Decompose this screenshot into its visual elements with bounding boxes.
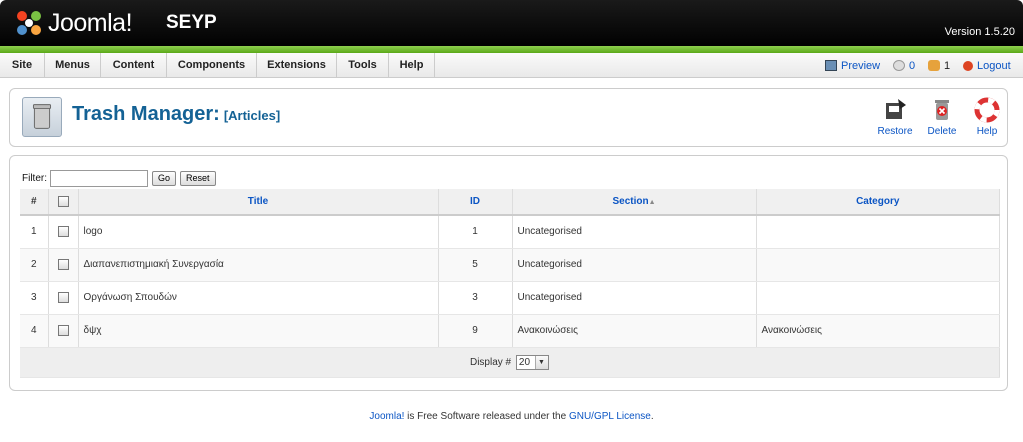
messages-count: 0 [909, 59, 916, 72]
menu-help[interactable]: Help [389, 53, 435, 78]
header-accent-bar [0, 46, 1023, 53]
row-title: Οργάνωση Σπουδών [78, 281, 439, 315]
version-label: Version 1.5.20 [944, 26, 1015, 38]
display-count-select[interactable]: 20 ▼ [515, 354, 550, 370]
users-status[interactable]: 1 [928, 53, 950, 78]
logout-icon [963, 60, 973, 71]
row-section: Ανακοινώσεις [512, 314, 757, 348]
page-title: Trash Manager: [Articles] [72, 103, 280, 126]
row-title: logo [78, 215, 439, 249]
joomla-logo-icon [17, 11, 41, 35]
col-number: # [20, 189, 49, 216]
table-row: 1 logo 1 Uncategorised [20, 215, 1000, 249]
preview-label: Preview [841, 59, 881, 72]
row-checkbox[interactable] [57, 291, 69, 303]
logout-link[interactable]: Logout [963, 53, 1011, 78]
header-bar: Joomla! SEYP Version 1.5.20 [0, 0, 1023, 48]
toolbar-box: Trash Manager: [Articles] Restore Delete … [9, 88, 1008, 147]
joomla-link[interactable]: Joomla! [369, 411, 404, 422]
col-id[interactable]: ID [438, 189, 513, 216]
delete-icon [935, 100, 949, 120]
row-id: 1 [438, 215, 513, 249]
help-lifebuoy-icon [974, 97, 1000, 123]
menu-extensions[interactable]: Extensions [257, 53, 337, 78]
row-category: Ανακοινώσεις [756, 314, 1000, 348]
reset-button[interactable]: Reset [180, 171, 216, 186]
chevron-down-icon: ▼ [535, 355, 549, 369]
row-category [756, 281, 1000, 315]
menu-content[interactable]: Content [101, 53, 167, 78]
check-all-checkbox[interactable] [57, 195, 69, 207]
logout-label: Logout [977, 59, 1011, 72]
restore-label: Restore [877, 126, 913, 137]
restore-icon [886, 99, 906, 119]
row-title: Διαπανεπιστημιακή Συνεργασία [78, 248, 439, 282]
messages-icon [893, 60, 905, 71]
help-button[interactable]: Help [964, 95, 1010, 143]
menu-tools[interactable]: Tools [337, 53, 389, 78]
col-section[interactable]: Section▲ [512, 189, 757, 216]
logo-text: Joomla! [48, 8, 133, 37]
row-id: 5 [438, 248, 513, 282]
delete-button[interactable]: Delete [919, 95, 965, 143]
license-link[interactable]: GNU/GPL License [569, 411, 651, 422]
display-label: Display # [469, 356, 512, 368]
restore-button[interactable]: Restore [872, 95, 918, 143]
table-row: 3 Οργάνωση Σπουδών 3 Uncategorised [20, 281, 1000, 315]
col-section-label: Section [612, 196, 649, 207]
footer-end: . [650, 411, 654, 422]
row-section: Uncategorised [512, 215, 757, 249]
joomla-logo: Joomla! [14, 6, 133, 40]
delete-label: Delete [927, 126, 957, 137]
help-label: Help [976, 126, 998, 137]
row-number: 2 [20, 248, 49, 282]
menu-components[interactable]: Components [167, 53, 257, 78]
menu-menus[interactable]: Menus [45, 53, 101, 78]
display-count-value: 20 [518, 356, 531, 368]
users-icon [928, 60, 940, 71]
row-section: Uncategorised [512, 281, 757, 315]
row-category [756, 215, 1000, 249]
filter-row: Filter: Go Reset [22, 170, 220, 187]
col-checkall[interactable] [48, 189, 79, 216]
row-checkbox[interactable] [57, 324, 69, 336]
sort-arrow-icon: ▲ [648, 199, 656, 206]
preview-icon [825, 60, 837, 71]
menu-site[interactable]: Site [0, 53, 45, 78]
messages-status[interactable]: 0 [893, 53, 915, 78]
site-name: SEYP [166, 12, 217, 33]
row-section: Uncategorised [512, 248, 757, 282]
go-button[interactable]: Go [152, 171, 177, 186]
row-id: 3 [438, 281, 513, 315]
row-checkbox[interactable] [57, 258, 69, 270]
row-id: 9 [438, 314, 513, 348]
row-checkbox[interactable] [57, 226, 69, 238]
users-count: 1 [944, 59, 951, 72]
filter-label: Filter: [22, 173, 47, 184]
trash-table: # Title ID Section▲ Category 1 logo 1 Un… [20, 189, 1000, 378]
main-menu-bar: Site Menus Content Components Extensions… [0, 53, 1023, 78]
row-title: δψχ [78, 314, 439, 348]
table-row: 2 Διαπανεπιστημιακή Συνεργασία 5 Uncateg… [20, 248, 1000, 282]
row-category [756, 248, 1000, 282]
pagination-row: Display # 20 ▼ [20, 346, 1000, 378]
table-row: 4 δψχ 9 Ανακοινώσεις Ανακοινώσεις [20, 314, 1000, 348]
trash-manager-icon [22, 97, 62, 137]
row-number: 1 [20, 215, 49, 249]
footer: Joomla! is Free Software released under … [0, 411, 1023, 422]
filter-input[interactable] [50, 170, 148, 187]
row-number: 3 [20, 281, 49, 315]
col-title[interactable]: Title [78, 189, 439, 216]
col-category[interactable]: Category [756, 189, 1000, 216]
page-subtitle: [Articles] [223, 108, 281, 123]
content-box: Filter: Go Reset # Title ID Section▲ Cat… [9, 155, 1008, 391]
page-title-text: Trash Manager: [72, 103, 220, 125]
preview-link[interactable]: Preview [825, 53, 880, 78]
row-number: 4 [20, 314, 49, 348]
footer-text: is Free Software released under the [404, 411, 569, 422]
table-header-row: # Title ID Section▲ Category [20, 189, 1000, 216]
